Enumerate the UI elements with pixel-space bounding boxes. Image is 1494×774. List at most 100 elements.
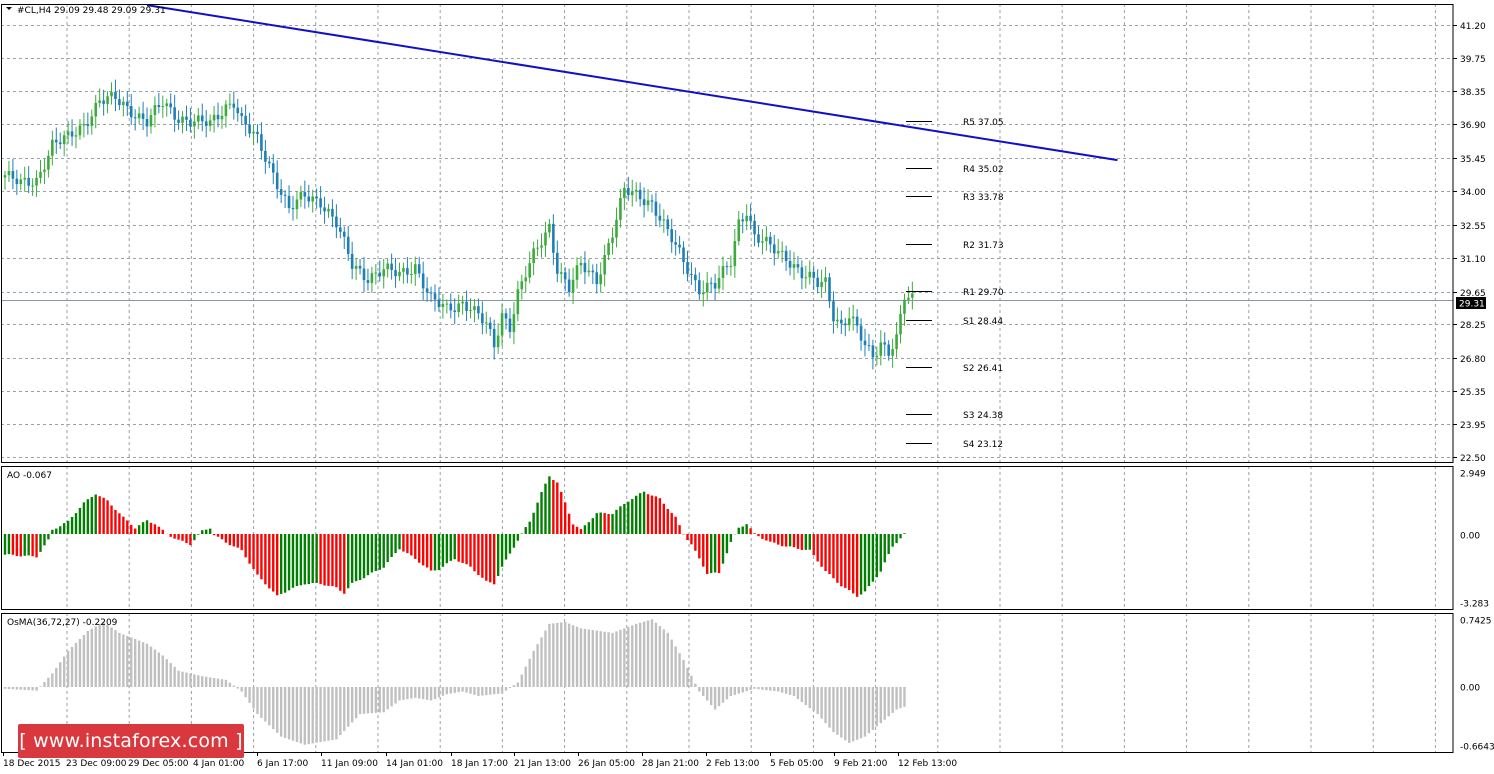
candle: [701, 280, 705, 307]
candle: [761, 229, 764, 255]
candle: [532, 241, 535, 276]
candle: [524, 266, 528, 293]
candle: [350, 241, 354, 280]
candle: [603, 244, 606, 287]
candle: [504, 308, 508, 330]
candle: [477, 298, 480, 320]
pivot-level-label: R3 33.78: [963, 193, 1004, 203]
candle: [847, 307, 851, 332]
candle: [299, 185, 303, 208]
candle: [879, 330, 883, 366]
candle: [820, 269, 823, 298]
candle: [907, 286, 910, 304]
candle: [208, 114, 212, 132]
candle: [851, 304, 855, 331]
symbol-header: #CL,H4 29.09 29.48 29.09 29.31: [17, 6, 166, 16]
candle: [682, 241, 685, 275]
pivot-level-label: R2 31.73: [963, 241, 1004, 251]
time-tick-label: 18 Jan 17:00: [451, 759, 508, 769]
candle: [559, 262, 563, 284]
time-tick-label: 11 Jan 09:00: [321, 759, 378, 769]
pivot-level-label: S1 28.44: [963, 317, 1003, 327]
price-tick-label: 25.35: [1460, 388, 1486, 398]
candle: [244, 104, 247, 137]
candle: [252, 124, 255, 146]
candle: [520, 274, 524, 300]
pivot-levels: R5 37.05 R4 35.02 R3 33.78 R2 31.73 R1 29.70…: [906, 118, 1004, 450]
candle: [410, 262, 413, 284]
candle: [275, 160, 279, 199]
candle: [457, 294, 460, 318]
candle: [390, 253, 393, 280]
candle: [741, 212, 745, 234]
candle: [780, 241, 784, 263]
candle: [500, 303, 504, 347]
candle: [887, 340, 890, 361]
candle: [469, 298, 472, 319]
candle: [899, 305, 902, 344]
candle: [816, 269, 819, 294]
chart-canvas: R5 37.05 R4 35.02 R3 33.78 R2 31.73 R1 29.70…: [1, 4, 1494, 769]
candle: [291, 195, 295, 221]
candle: [484, 311, 488, 334]
candle: [268, 156, 271, 169]
candle: [437, 287, 441, 312]
candle: [492, 319, 496, 360]
candle: [366, 268, 370, 291]
candle: [189, 107, 192, 133]
pivot-level-label: R1 29.70: [963, 288, 1004, 298]
current-price-tag: 29.31: [1456, 297, 1486, 310]
ao-histogram: [3, 476, 906, 597]
resistance-trendline[interactable]: [146, 4, 1118, 162]
candle: [311, 189, 315, 213]
candle: [11, 158, 15, 190]
candle: [496, 323, 500, 354]
candle: [615, 207, 618, 248]
candle: [173, 95, 176, 132]
candle: [406, 257, 409, 284]
candle: [583, 251, 587, 285]
candle: [449, 293, 453, 319]
candle: [757, 226, 760, 248]
current-price-label: 29.31: [1459, 300, 1485, 310]
candle: [540, 233, 543, 258]
candle: [204, 110, 208, 138]
candle: [595, 263, 599, 294]
candle: [654, 192, 658, 227]
candle: [666, 215, 670, 236]
time-tick-label: 2 Feb 13:00: [706, 759, 760, 769]
candle: [516, 280, 520, 322]
candle: [413, 256, 417, 286]
candle: [224, 100, 228, 128]
price-tick-label: 36.90: [1460, 121, 1486, 131]
candle: [465, 290, 468, 322]
candle: [575, 257, 579, 289]
candle: [264, 139, 267, 174]
candle: [855, 309, 859, 334]
price-tick-label: 22.50: [1460, 454, 1486, 464]
candle: [303, 180, 307, 209]
candle: [248, 112, 251, 138]
candle: [737, 211, 741, 246]
candle: [611, 227, 614, 255]
candle: [528, 251, 531, 284]
chevron-down-icon[interactable]: [6, 7, 12, 10]
time-tick-label: 6 Jan 17:00: [257, 759, 309, 769]
osma-tick-label: 0.00: [1460, 684, 1480, 694]
candle: [358, 259, 362, 275]
time-tick-label: 28 Jan 21:00: [642, 759, 699, 769]
candle: [425, 277, 429, 302]
time-tick-label: 26 Jan 05:00: [578, 759, 635, 769]
candle: [619, 188, 622, 228]
candle: [686, 250, 689, 282]
candle: [283, 190, 287, 208]
candle: [429, 286, 433, 302]
time-tick-label: 18 Dec 2015: [3, 759, 61, 769]
candle: [473, 299, 476, 323]
candle: [717, 265, 721, 294]
candle: [354, 257, 358, 280]
candle: [784, 245, 788, 271]
candle: [556, 240, 559, 283]
candle: [260, 122, 263, 160]
candle: [895, 322, 898, 358]
